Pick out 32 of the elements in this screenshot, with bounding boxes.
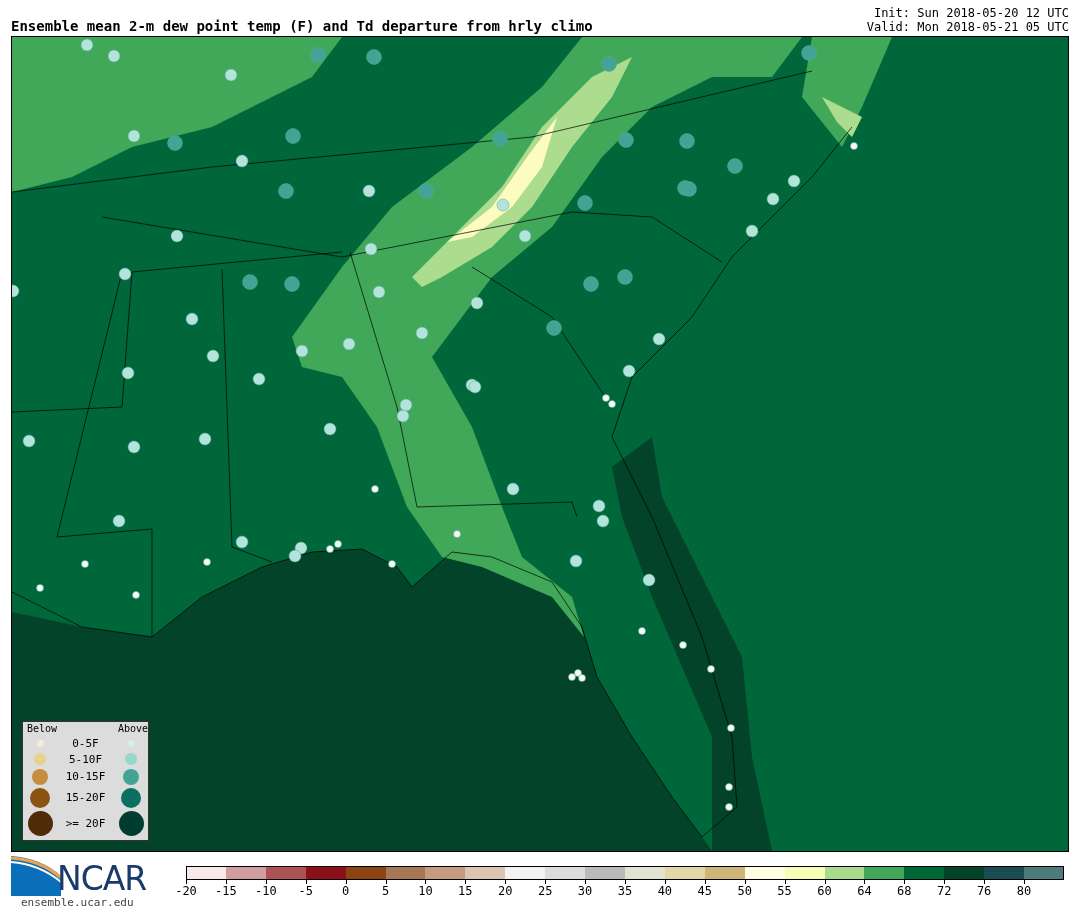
legend-label: 0-5F	[71, 736, 100, 750]
tick-label: -10	[254, 884, 277, 898]
tick-label: 30	[577, 884, 593, 898]
legend-label: 5-10F	[67, 752, 104, 766]
tick-label: 50	[737, 884, 752, 898]
tick-label: 15	[458, 884, 473, 898]
init-time: Init: Sun 2018-05-20 12 UTC	[873, 6, 1069, 20]
tick-label: 25	[537, 884, 553, 898]
legend-label: 15-20F	[64, 791, 107, 805]
valid-time: Valid: Mon 2018-05-21 05 UTC	[866, 20, 1069, 34]
tick-label: 55	[777, 884, 792, 898]
tick-label: 72	[937, 884, 952, 898]
tick-label: 64	[857, 884, 872, 898]
logo-text: NCAR	[57, 862, 147, 896]
tick-label: -15	[215, 884, 237, 898]
legend-label: >= 20F	[64, 817, 107, 830]
tick-label: 40	[657, 884, 673, 898]
website-url: ensemble.ucar.edu	[21, 896, 135, 909]
tick-label: 60	[817, 884, 832, 898]
tick-label: 0	[342, 884, 350, 898]
tick-label: -20	[175, 884, 197, 898]
chart-title: Ensemble mean 2-m dew point temp (F) and Td departure from hrly climo	[11, 18, 593, 34]
tick-label: 80	[1016, 884, 1032, 898]
tick-label: 76	[976, 884, 992, 898]
tick-label: -5	[298, 884, 313, 898]
tick-label: 5	[381, 884, 390, 898]
tick-label: 68	[897, 884, 912, 898]
tick-label: 10	[418, 884, 433, 898]
tick-label: 45	[697, 884, 712, 898]
tick-label: 35	[617, 884, 633, 898]
tick-label: 20	[498, 884, 513, 898]
legend-label: 10-15F	[64, 770, 107, 783]
